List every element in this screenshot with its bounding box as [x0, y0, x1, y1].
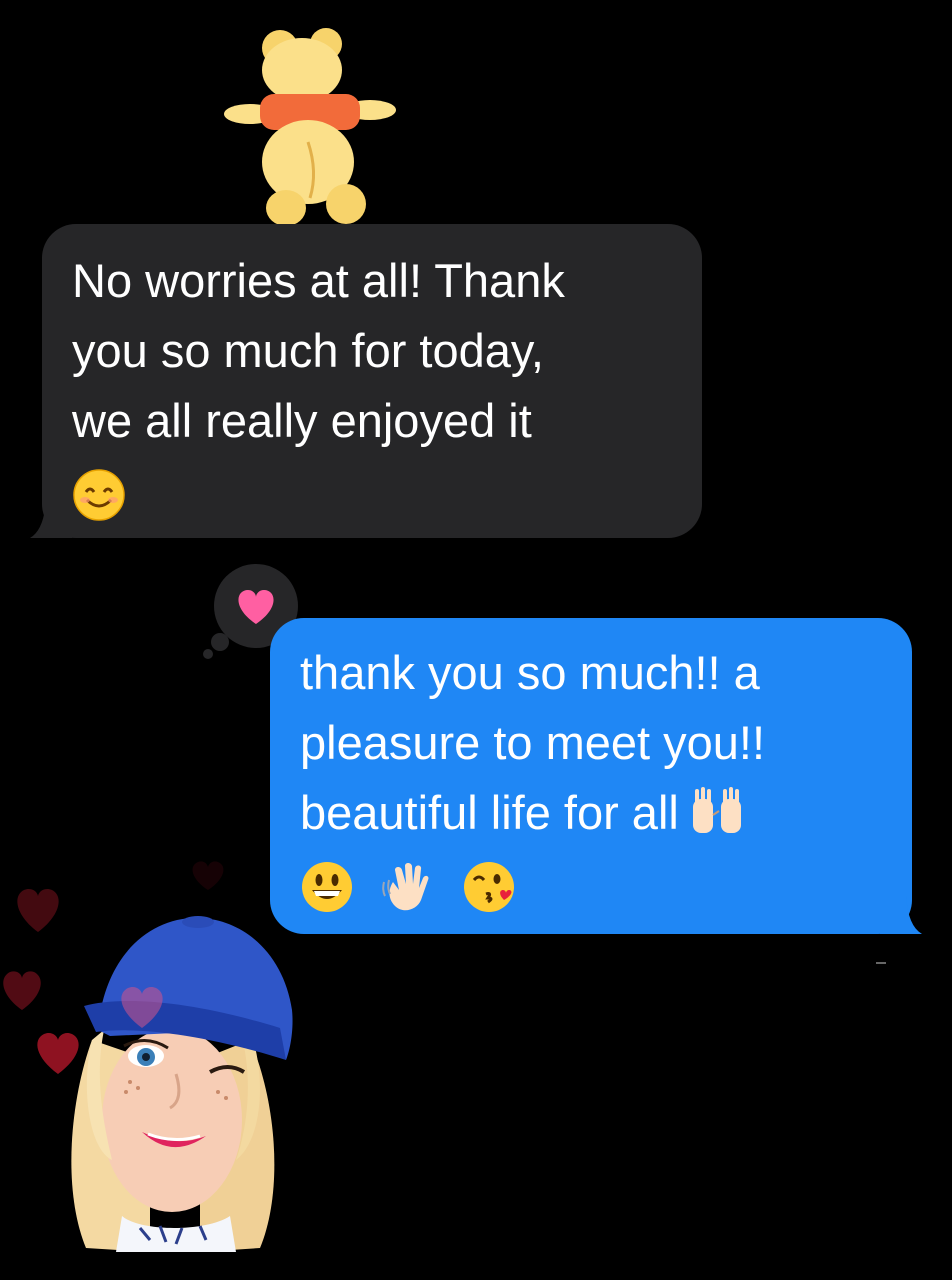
outgoing-message-bubble[interactable]: thank you so much!! a pleasure to meet y… [270, 618, 912, 934]
message-line: thank you so much!! a [300, 646, 760, 699]
divider [876, 962, 886, 964]
face-blowing-kiss-icon [464, 861, 515, 912]
message-line: pleasure to meet you!! [300, 716, 766, 769]
incoming-message-bubble[interactable]: No worries at all! Thank you so much for… [42, 224, 702, 538]
message-line: you so much for today, [72, 324, 544, 377]
raising-hands-icon [692, 787, 741, 833]
incoming-bubble-tail [30, 500, 72, 538]
emoji-line [72, 456, 672, 526]
message-line-with-emoji: beautiful life for all [300, 778, 888, 848]
message-line: beautiful life for all [300, 786, 679, 839]
outgoing-bubble-tail [880, 896, 922, 934]
emoji-line [300, 848, 888, 918]
winnie-the-pooh-sticker [224, 28, 396, 226]
waving-hand-icon [382, 862, 429, 910]
message-line: we all really enjoyed it [72, 394, 532, 447]
smiling-face-icon [73, 468, 125, 521]
memoji-sticker [3, 861, 293, 1252]
message-line: No worries at all! Thank [72, 254, 565, 307]
